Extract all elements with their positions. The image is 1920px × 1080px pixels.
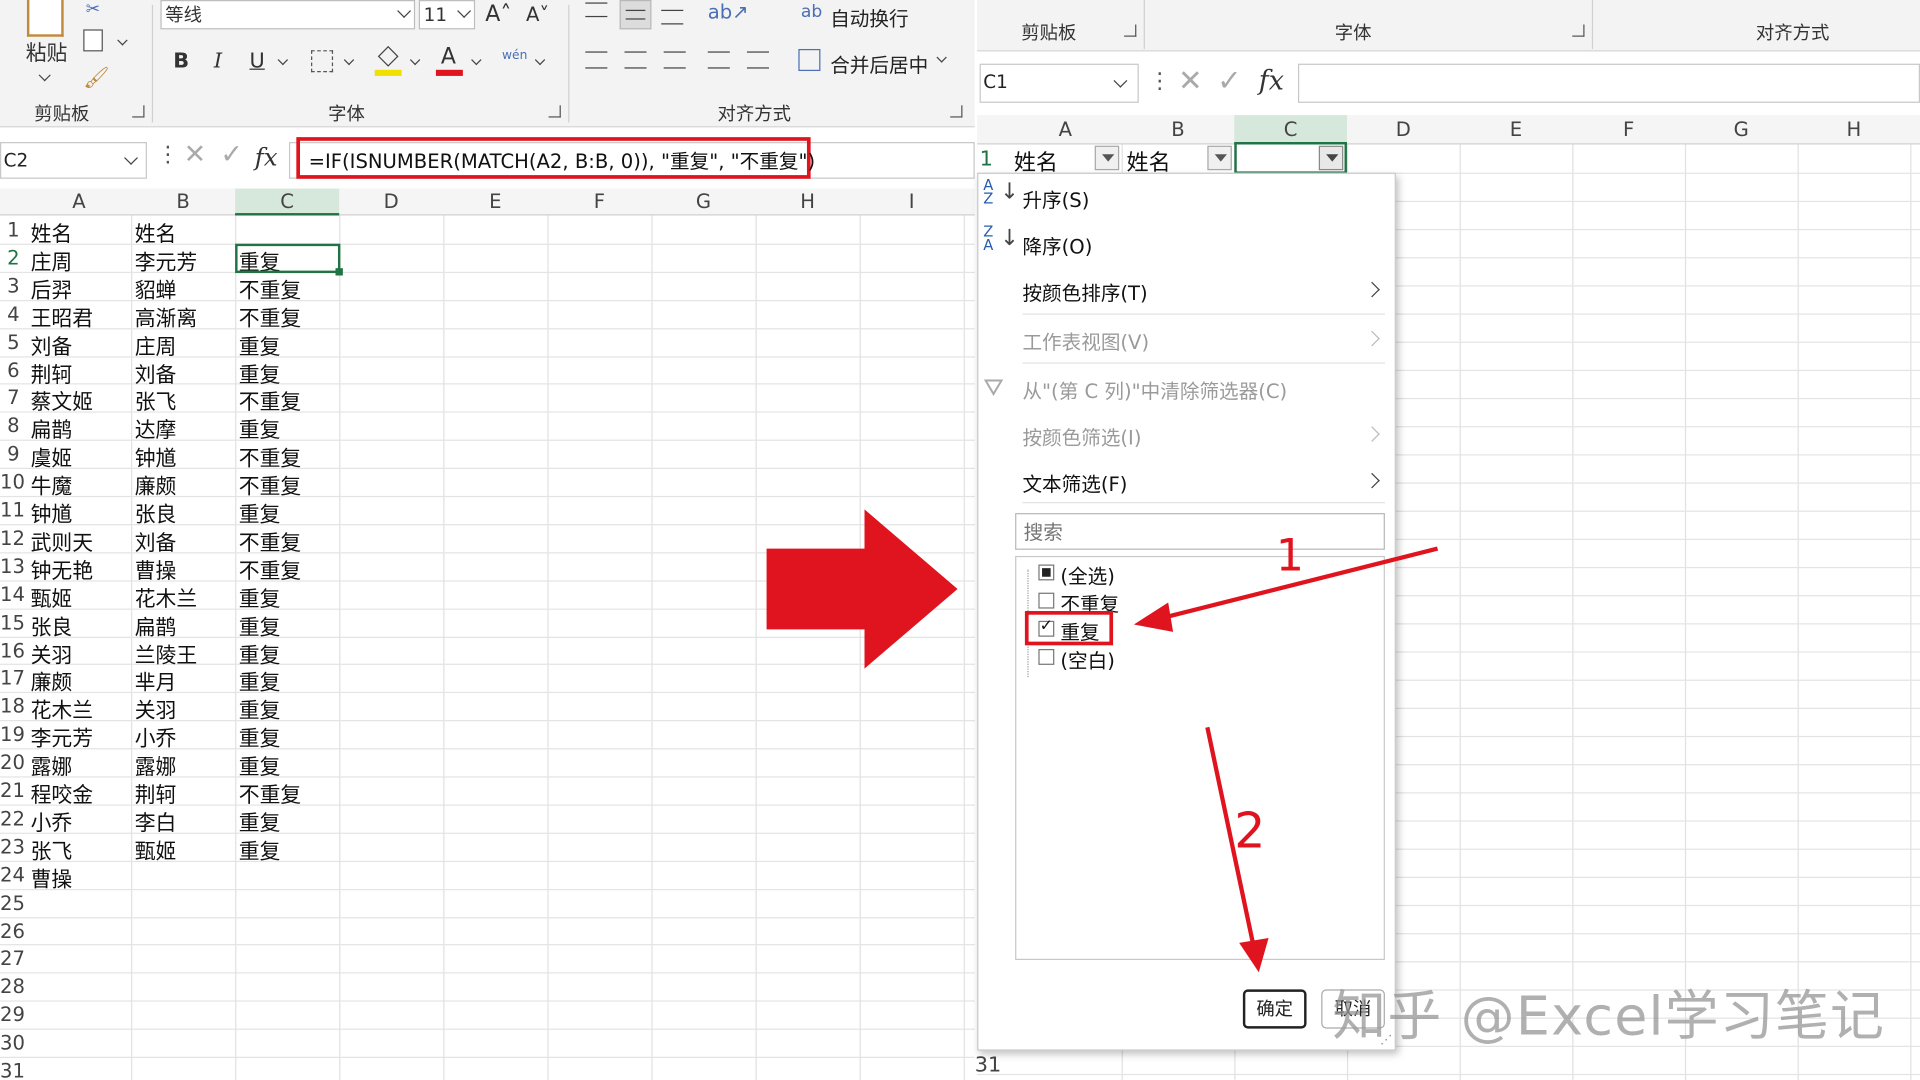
watermark: 知乎 @Excel学习笔记 — [1332, 985, 1886, 1049]
step-1-label: 1 — [1275, 531, 1304, 582]
step-2-label: 2 — [1234, 803, 1266, 860]
screenshot-stage: 粘贴 ✂ 🖌 剪贴板 等线 11 A˄ A˅ B I U A wén 字体 ab… — [0, 0, 1920, 1080]
annotation-arrows — [1133, 546, 1439, 973]
